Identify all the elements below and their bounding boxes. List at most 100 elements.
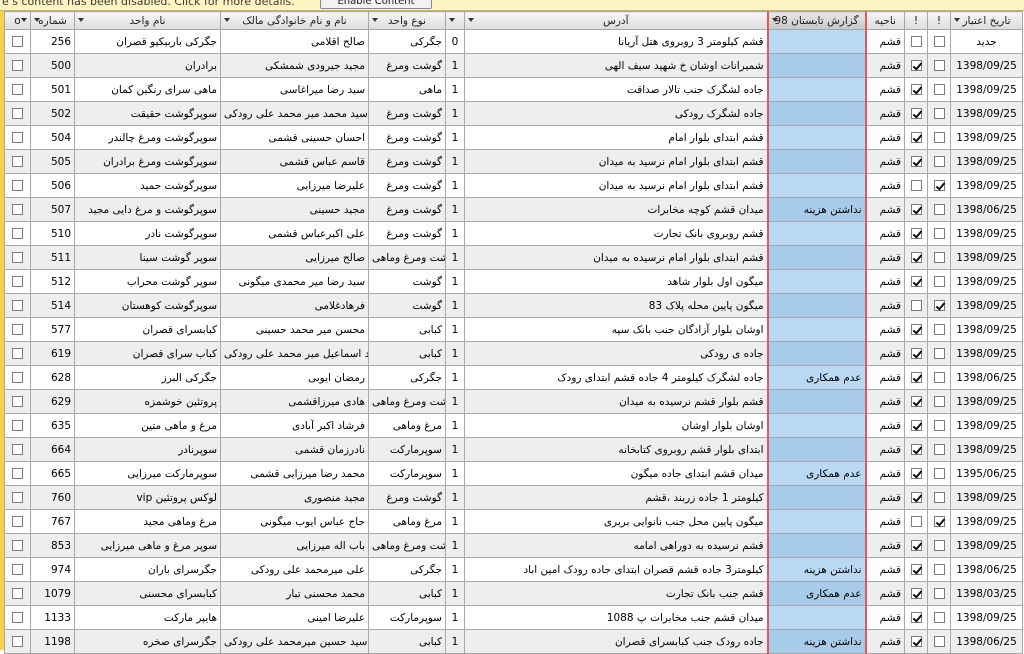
- row-select-checkbox[interactable]: [12, 372, 23, 383]
- report-cell[interactable]: [766, 485, 867, 510]
- col-header-flag[interactable]: [445, 11, 465, 30]
- owner-cell[interactable]: احسان حسینی قشمی: [220, 125, 369, 150]
- number-cell[interactable]: 974: [30, 557, 75, 582]
- table-row[interactable]: 853 سوپر مرغ و ماهی میرزایی باب اله میرزای…: [4, 533, 1023, 558]
- row-select-checkbox[interactable]: [12, 84, 23, 95]
- col-header-select[interactable]: o: [4, 11, 31, 30]
- row-select-checkbox[interactable]: [12, 324, 23, 335]
- check2-cell[interactable]: [927, 173, 951, 198]
- expiry-date-cell[interactable]: 1398/09/25: [950, 413, 1023, 438]
- owner-cell[interactable]: مجید منصوری: [220, 485, 369, 510]
- address-cell[interactable]: میگون پایین محله پلاک 83: [464, 293, 768, 318]
- report-cell[interactable]: [766, 437, 867, 462]
- owner-cell[interactable]: حاج عباس ایوب میگونی: [220, 509, 369, 534]
- expiry-date-cell[interactable]: 1398/09/25: [950, 533, 1023, 558]
- check2-checkbox[interactable]: [933, 300, 945, 311]
- check1-cell[interactable]: [904, 245, 928, 270]
- col-header-unit-name[interactable]: نام واحد: [74, 11, 221, 30]
- number-cell[interactable]: 577: [30, 317, 75, 342]
- check2-cell[interactable]: [927, 197, 951, 222]
- expiry-date-cell[interactable]: 1398/09/25: [950, 77, 1023, 102]
- flag-cell[interactable]: 1: [445, 365, 465, 390]
- unit-type-cell[interactable]: گوشت ومرغ وماهی: [368, 245, 446, 270]
- check1-checkbox[interactable]: [910, 204, 922, 215]
- number-cell[interactable]: 760: [30, 485, 75, 510]
- unit-type-cell[interactable]: گوشت ومرغ: [368, 197, 446, 222]
- check1-cell[interactable]: [904, 509, 928, 534]
- check1-cell[interactable]: [904, 197, 928, 222]
- address-cell[interactable]: میدان قشم ابتدای جاده میگون: [464, 461, 768, 486]
- check1-checkbox[interactable]: [910, 252, 922, 263]
- check2-cell[interactable]: [927, 581, 951, 606]
- check2-checkbox[interactable]: [933, 36, 945, 47]
- check1-checkbox[interactable]: [910, 60, 922, 71]
- table-row[interactable]: 507 سوپرگوشت و مرغ دایی مجید مجید حسینی گوش…: [4, 197, 1023, 222]
- check2-cell[interactable]: [927, 293, 951, 318]
- check2-checkbox[interactable]: [933, 324, 945, 335]
- check2-cell[interactable]: [927, 53, 951, 78]
- report-cell[interactable]: عدم همکاری: [766, 461, 867, 486]
- number-cell[interactable]: 665: [30, 461, 75, 486]
- flag-cell[interactable]: 1: [445, 77, 465, 102]
- number-cell[interactable]: 507: [30, 197, 75, 222]
- check1-checkbox[interactable]: [910, 420, 922, 431]
- table-row[interactable]: 1079 کبابسرای محسنی محمد محسنی تبار کبابی 1 ق…: [4, 581, 1023, 606]
- row-select-checkbox[interactable]: [12, 300, 23, 311]
- unit-name-cell[interactable]: سوپرگوشت حقیقت: [74, 101, 221, 126]
- chevron-down-icon[interactable]: [78, 18, 84, 22]
- owner-cell[interactable]: علیرضا امینی: [220, 605, 369, 630]
- table-row[interactable]: 514 سوپرگوشت کوهستان فرهادغلامی گوشت 1 میگون …: [4, 293, 1023, 318]
- flag-cell[interactable]: 1: [445, 485, 465, 510]
- unit-type-cell[interactable]: گوشت: [368, 293, 446, 318]
- flag-cell[interactable]: 1: [445, 533, 465, 558]
- check2-cell[interactable]: [927, 533, 951, 558]
- report-cell[interactable]: [766, 317, 867, 342]
- table-row[interactable]: 512 سوپر گوشت محراب سید رضا میر محمدی میگو…: [4, 269, 1023, 294]
- col-header-c2[interactable]: !: [927, 11, 951, 30]
- report-cell[interactable]: [766, 53, 867, 78]
- row-select-checkbox[interactable]: [12, 468, 23, 479]
- row-select-checkbox[interactable]: [12, 180, 23, 191]
- table-row[interactable]: 665 سوپرمارکت میرزایی محمد رضا میرزایی قشم…: [4, 461, 1023, 486]
- region-cell[interactable]: قشم: [865, 149, 905, 174]
- check2-checkbox[interactable]: [933, 276, 945, 287]
- flag-cell[interactable]: 1: [445, 125, 465, 150]
- row-select-checkbox[interactable]: [12, 36, 23, 47]
- col-header-address[interactable]: آدرس: [464, 11, 768, 30]
- expiry-date-cell[interactable]: 1398/09/25: [950, 605, 1023, 630]
- check1-checkbox[interactable]: [910, 612, 922, 623]
- number-cell[interactable]: 664: [30, 437, 75, 462]
- check1-checkbox[interactable]: [910, 516, 922, 527]
- col-header-report[interactable]: گزارش تابستان 98: [766, 11, 867, 30]
- number-cell[interactable]: 619: [30, 341, 75, 366]
- row-select-checkbox[interactable]: [12, 420, 23, 431]
- check1-checkbox[interactable]: [910, 468, 922, 479]
- check1-cell[interactable]: [904, 269, 928, 294]
- flag-cell[interactable]: 1: [445, 581, 465, 606]
- check1-checkbox[interactable]: [910, 228, 922, 239]
- table-row[interactable]: 577 کبابسرای قصران محسن میر محمد حسینی کباب…: [4, 317, 1023, 342]
- check2-checkbox[interactable]: [933, 228, 945, 239]
- check2-checkbox[interactable]: [933, 636, 945, 647]
- flag-cell[interactable]: 1: [445, 389, 465, 414]
- check1-cell[interactable]: [904, 605, 928, 630]
- check1-cell[interactable]: [904, 173, 928, 198]
- unit-name-cell[interactable]: سوپر مرغ و ماهی میرزایی: [74, 533, 221, 558]
- check2-cell[interactable]: [927, 29, 951, 54]
- owner-cell[interactable]: فرهادغلامی: [220, 293, 369, 318]
- number-cell[interactable]: 501: [30, 77, 75, 102]
- owner-cell[interactable]: صالح اقلامی: [220, 29, 369, 54]
- row-select-checkbox[interactable]: [12, 204, 23, 215]
- table-row[interactable]: 619 کباب سرای قصران سید اسماعیل میر محمد ع…: [4, 341, 1023, 366]
- report-cell[interactable]: [766, 173, 867, 198]
- report-cell[interactable]: عدم همکاری: [766, 365, 867, 390]
- row-select-cell[interactable]: [4, 245, 31, 270]
- table-row[interactable]: 629پروتئین خوشمزههادی میرزاقشمیگوشت ومرغ…: [4, 389, 1023, 414]
- check1-cell[interactable]: [904, 485, 928, 510]
- region-cell[interactable]: قشم: [865, 461, 905, 486]
- owner-cell[interactable]: قاسم عباس قشمی: [220, 149, 369, 174]
- chevron-down-icon[interactable]: [224, 18, 230, 22]
- check1-cell[interactable]: [904, 149, 928, 174]
- check2-cell[interactable]: [927, 389, 951, 414]
- row-select-checkbox[interactable]: [12, 588, 23, 599]
